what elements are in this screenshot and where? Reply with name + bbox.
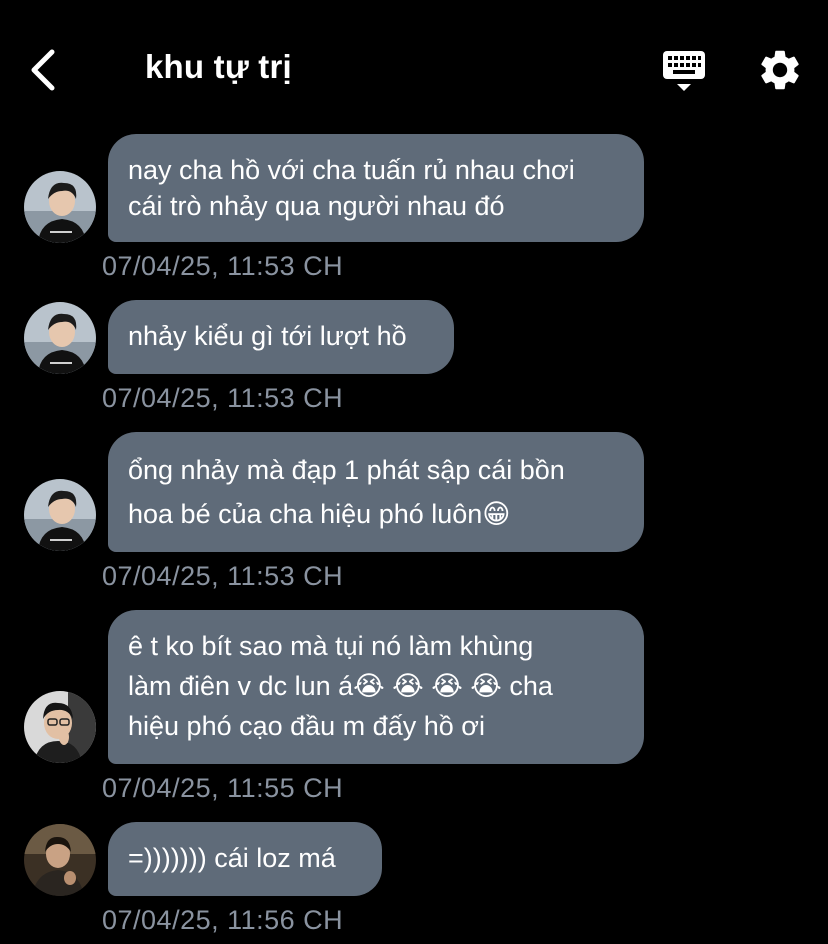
avatar-boy-white-shirt [24, 171, 96, 243]
message-bubble[interactable]: ổng nhảy mà đạp 1 phát sập cái bồn hoa b… [108, 432, 644, 552]
message-bubble[interactable]: =))))))) cái loz má [108, 822, 382, 896]
message-bubble[interactable]: ê t ko bít sao mà tụi nó làm khùng làm đ… [108, 610, 644, 764]
message-timestamp: 07/04/25, 11:56 CH [102, 905, 344, 935]
avatar-boy-white-shirt [24, 302, 96, 374]
keyboard-icon [663, 51, 705, 91]
message-timestamp: 07/04/25, 11:55 CH [102, 773, 344, 803]
message-bubble[interactable]: nay cha hồ với cha tuấn rủ nhau chơi cái… [108, 134, 644, 242]
avatar-boy-glasses [24, 691, 96, 763]
chat-title: khu tự trị [145, 48, 292, 85]
chat-header: khu tự trị [0, 0, 828, 130]
keyboard-button[interactable] [660, 48, 710, 94]
message-timestamp: 07/04/25, 11:53 CH [102, 383, 344, 413]
avatar[interactable] [24, 479, 96, 551]
message-bubble[interactable]: nhảy kiểu gì tới lượt hồ [108, 300, 454, 374]
settings-button[interactable] [756, 46, 804, 94]
gear-icon [761, 50, 799, 90]
avatar[interactable] [24, 171, 96, 243]
avatar[interactable] [24, 824, 96, 896]
avatar[interactable] [24, 302, 96, 374]
back-button[interactable] [24, 44, 72, 96]
message-timestamp: 07/04/25, 11:53 CH [102, 561, 344, 591]
avatar-boy-dark [24, 824, 96, 896]
avatar[interactable] [24, 691, 96, 763]
avatar-boy-white-shirt [24, 479, 96, 551]
chevron-left-icon [31, 49, 55, 91]
message-timestamp: 07/04/25, 11:53 CH [102, 251, 344, 281]
